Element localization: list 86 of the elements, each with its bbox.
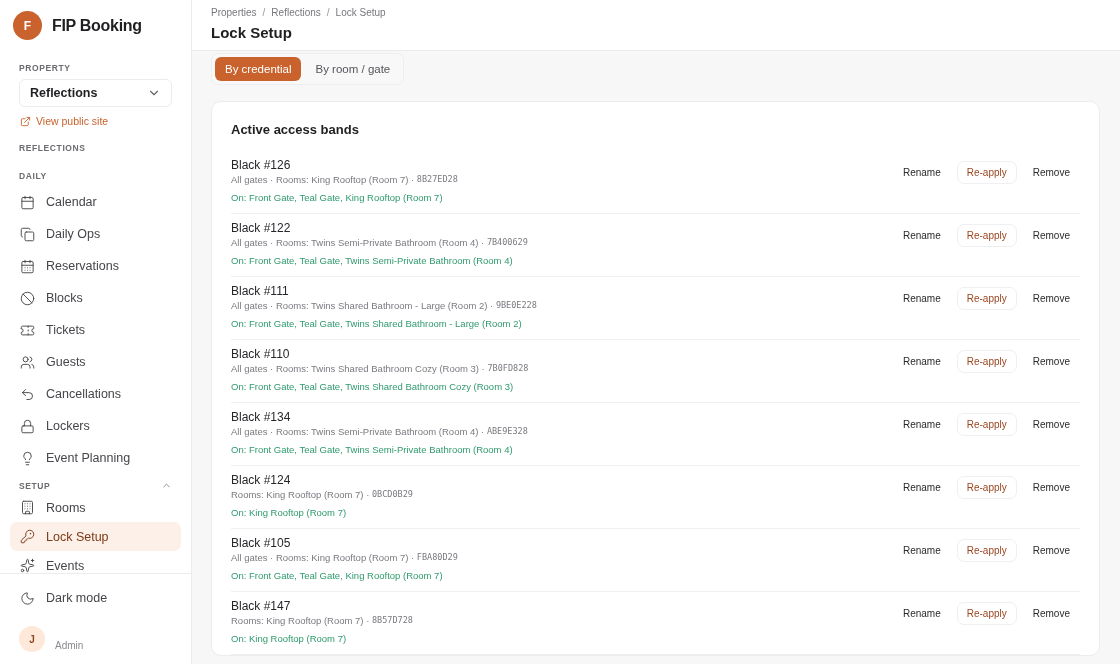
sparkles-icon bbox=[20, 558, 35, 573]
section-label: DAILY bbox=[19, 171, 47, 181]
band-status: On: King Rooftop (Room 7) bbox=[231, 633, 348, 644]
breadcrumb-link[interactable]: Lock Setup bbox=[335, 7, 386, 18]
band-status: On: Front Gate, Teal Gate, King Rooftop (Room 7) bbox=[231, 570, 444, 581]
public-site-link[interactable]: View public site bbox=[0, 107, 191, 131]
moon-icon bbox=[20, 590, 35, 606]
band-detail: Rooms: King Rooftop (Room 7) · bbox=[231, 489, 371, 500]
band-name: Black #147 bbox=[231, 599, 292, 613]
action-button[interactable]: Re-apply bbox=[956, 476, 1017, 499]
lightbulb-icon bbox=[20, 450, 35, 466]
lock-icon bbox=[20, 418, 35, 434]
copy-icon bbox=[20, 226, 35, 242]
people-icon bbox=[20, 354, 35, 370]
band-status: On: Front Gate, Teal Gate, King Rooftop (Room 7) bbox=[231, 192, 444, 203]
section-label: SETUP bbox=[19, 480, 51, 491]
card-title: Active access bands bbox=[231, 122, 360, 137]
band-name: Black #134 bbox=[231, 410, 292, 424]
section-label: PROPERTY bbox=[19, 63, 71, 73]
action-button[interactable]: Re-apply bbox=[956, 602, 1017, 625]
credential-code: ABE9E328 bbox=[486, 426, 528, 437]
credential-code: 8B27ED28 bbox=[416, 174, 458, 185]
nav-item[interactable]: Guests bbox=[10, 346, 181, 378]
band-name: Black #105 bbox=[231, 536, 292, 550]
credential-code: 7B400629 bbox=[486, 237, 528, 248]
band-detail: All gates · Rooms: King Rooftop (Room 7) · bbox=[231, 552, 416, 563]
credential-code: 0BCD0B29 bbox=[372, 489, 413, 500]
band-name: Black #124 bbox=[231, 473, 292, 487]
nav-item[interactable]: Cancellations bbox=[10, 378, 181, 410]
action-button[interactable]: Re-apply bbox=[956, 413, 1017, 436]
app-name: FIP Booking bbox=[52, 16, 142, 35]
band-detail: All gates · Rooms: Twins Shared Bathroom Cozy (Room 3) · bbox=[231, 363, 486, 374]
ban-icon bbox=[20, 290, 35, 306]
breadcrumb-link[interactable]: Properties bbox=[211, 7, 257, 18]
nav-item[interactable]: Rooms bbox=[10, 493, 181, 522]
nav-item[interactable]: Reservations bbox=[10, 250, 181, 282]
action-button[interactable]: Re-apply bbox=[956, 287, 1017, 310]
logo: F bbox=[13, 11, 42, 40]
action-button[interactable]: Re-apply bbox=[956, 161, 1017, 184]
band-name: Black #122 bbox=[231, 221, 292, 235]
band-name: Black #111 bbox=[231, 284, 290, 298]
user-avatar: J bbox=[19, 626, 45, 652]
action-button[interactable]: Re-apply bbox=[956, 224, 1017, 247]
calendar-icon bbox=[20, 258, 35, 274]
tab[interactable]: By room / gate bbox=[305, 57, 401, 81]
band-detail: All gates · Rooms: Twins Shared Bathroom - Large (Room 2) · bbox=[231, 300, 495, 311]
nav-item[interactable]: Blocks bbox=[10, 282, 181, 314]
nav-item[interactable]: Daily Ops bbox=[10, 218, 181, 250]
band-status: On: Front Gate, Teal Gate, Twins Semi-Private Bathroom (Room 4) bbox=[231, 444, 514, 455]
credential-code: 9BE0E228 bbox=[495, 300, 537, 311]
nav-item[interactable]: Events bbox=[10, 551, 181, 573]
band-status: On: King Rooftop (Room 7) bbox=[231, 507, 348, 518]
nav-item[interactable]: Event Planning bbox=[10, 442, 181, 474]
user-role: Admin bbox=[55, 638, 84, 651]
breadcrumb-separator: / bbox=[262, 7, 266, 18]
band-detail: Rooms: King Rooftop (Room 7) · bbox=[231, 615, 371, 626]
band-status: On: Front Gate, Teal Gate, Twins Shared Bathroom - Large (Room 2) bbox=[231, 318, 523, 329]
nav-item[interactable]: Lock Setup bbox=[10, 522, 181, 551]
band-detail: All gates · Rooms: Twins Semi-Private Bathroom (Room 4) · bbox=[231, 237, 486, 248]
action-button[interactable]: Re-apply bbox=[956, 539, 1017, 562]
breadcrumb-link[interactable]: Reflections bbox=[271, 7, 321, 18]
nav-item[interactable]: Lockers bbox=[10, 410, 181, 442]
band-status: On: Front Gate, Teal Gate, Twins Semi-Private Bathroom (Room 4) bbox=[231, 255, 514, 266]
tab[interactable]: By credential bbox=[215, 57, 302, 81]
external-link-icon bbox=[20, 115, 31, 127]
nav-item[interactable]: Tickets bbox=[10, 314, 181, 346]
section-label: REFLECTIONS bbox=[19, 143, 86, 153]
breadcrumb-separator: / bbox=[326, 7, 330, 18]
band-detail: All gates · Rooms: Twins Semi-Private Bathroom (Room 4) · bbox=[231, 426, 486, 437]
page-title: Lock Setup bbox=[211, 24, 293, 41]
dark-mode-toggle[interactable]: Dark mode bbox=[10, 584, 181, 612]
credential-code: FBA80D29 bbox=[416, 552, 458, 563]
action-button[interactable]: Re-apply bbox=[956, 350, 1017, 373]
ticket-icon bbox=[20, 322, 35, 338]
band-status: On: Front Gate, Teal Gate, Twins Shared Bathroom Cozy (Room 3) bbox=[231, 381, 515, 392]
calendar-icon bbox=[20, 194, 35, 210]
band-name: Black #126 bbox=[231, 158, 292, 172]
property-select[interactable]: Reflections bbox=[19, 79, 172, 107]
nav-item[interactable]: Calendar bbox=[10, 186, 181, 218]
band-name: Black #110 bbox=[231, 347, 291, 361]
undo-icon bbox=[20, 386, 35, 402]
key-icon bbox=[20, 529, 35, 544]
building-icon bbox=[20, 500, 35, 515]
credential-code: 8B57D728 bbox=[372, 615, 413, 626]
credential-code: 7B0FD828 bbox=[487, 363, 529, 374]
band-detail: All gates · Rooms: King Rooftop (Room 7) · bbox=[231, 174, 416, 185]
